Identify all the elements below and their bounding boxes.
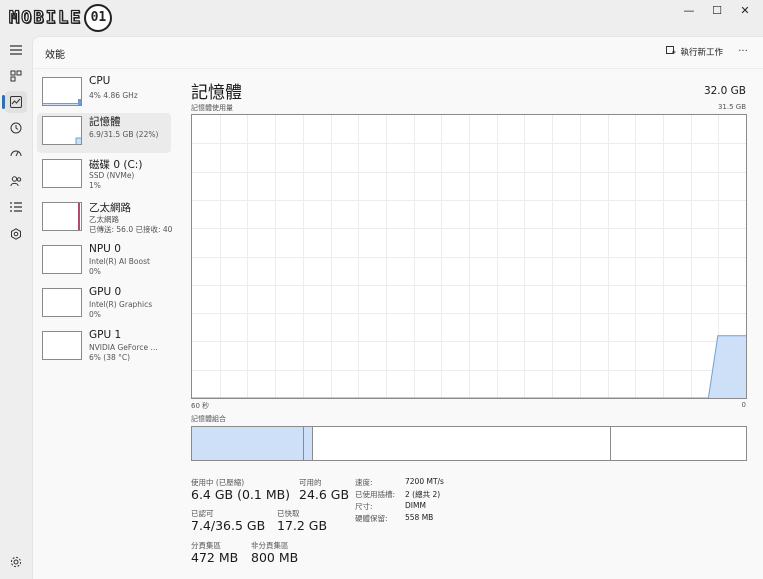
logo-text: MOBILE: [8, 7, 83, 28]
page-title: 效能: [45, 50, 65, 61]
gpu1-thumbnail: [42, 331, 82, 360]
memory-composition-bar: [191, 426, 747, 461]
speed-value: 7200 MT/s: [405, 477, 444, 486]
close-button[interactable]: ✕: [730, 0, 760, 20]
non-paged-pool-value: 800 MB: [251, 550, 299, 565]
device-stat: 6.9/31.5 GB (22%): [89, 130, 159, 139]
slots-used-label: 已使用插槽:: [355, 490, 396, 499]
in-use-value: 6.4 GB (0.1 MB): [191, 487, 291, 502]
time-axis-left: 60 秒: [191, 402, 210, 410]
device-stat: 1%: [89, 181, 101, 190]
device-stat: 6% (38 °C): [89, 353, 131, 362]
speed-label: 速度:: [355, 478, 373, 487]
cpu-thumbnail: [42, 77, 82, 106]
device-stat: 已傳送: 56.0 已接收: 40: [89, 225, 173, 234]
logo-badge: 01: [84, 3, 113, 32]
device-name: GPU 1: [89, 329, 122, 341]
device-gpu-0[interactable]: GPU 0 Intel(R) Graphics 0%: [37, 285, 171, 325]
memory-total: 32.0 GB: [703, 85, 746, 97]
more-options-button[interactable]: ···: [733, 41, 753, 61]
available-value: 24.6 GB: [299, 487, 350, 502]
device-stat: 0%: [89, 310, 101, 319]
slots-used-value: 2 (總共 2): [405, 490, 441, 499]
ethernet-thumbnail: [42, 202, 82, 231]
device-name: 記憶體: [89, 116, 121, 128]
time-axis-right: 0: [741, 401, 746, 409]
device-stat: SSD (NVMe): [89, 171, 135, 180]
content-area: 效能 執行新工作 ··· CPU 4% 4.86 GHz 記憶體 6.9/31.…: [32, 36, 763, 579]
title-bar: MOBILE 01 — ☐ ✕: [0, 0, 763, 36]
committed-value: 7.4/36.5 GB: [191, 518, 266, 533]
composition-modified: [304, 427, 314, 460]
device-name: NPU 0: [89, 243, 121, 255]
header-divider: [33, 68, 763, 69]
memory-thumbnail: [42, 116, 82, 145]
performance-icon[interactable]: [5, 91, 27, 113]
composition-standby: [313, 427, 611, 460]
device-stat: 0%: [89, 267, 101, 276]
hamburger-menu-icon[interactable]: [5, 39, 27, 61]
processes-icon[interactable]: [5, 65, 27, 87]
device-npu-0[interactable]: NPU 0 Intel(R) AI Boost 0%: [37, 242, 171, 282]
app-history-icon[interactable]: [5, 117, 27, 139]
nav-rail: [0, 36, 32, 579]
startup-apps-icon[interactable]: [5, 143, 27, 165]
form-factor-label: 尺寸:: [355, 502, 373, 511]
memory-composition-label: 記憶體組合: [191, 415, 226, 423]
memory-usage-graph: [191, 114, 747, 399]
hardware-reserved-label: 硬體保留:: [355, 514, 388, 523]
device-name: 乙太網路: [89, 202, 131, 214]
device-name: GPU 0: [89, 286, 122, 298]
memory-usage-label: 記憶體使用量: [191, 104, 233, 112]
services-icon[interactable]: [5, 223, 27, 245]
form-factor-value: DIMM: [405, 501, 426, 510]
hardware-reserved-value: 558 MB: [405, 513, 434, 522]
device-ethernet[interactable]: 乙太網路 乙太網路 已傳送: 56.0 已接收: 40: [37, 199, 173, 239]
users-icon[interactable]: [5, 170, 27, 192]
device-stat: Intel(R) AI Boost: [89, 257, 150, 266]
run-new-task-button[interactable]: 執行新工作: [666, 43, 723, 61]
device-cpu[interactable]: CPU 4% 4.86 GHz: [37, 74, 171, 114]
device-disk-0[interactable]: 磁碟 0 (C:) SSD (NVMe) 1%: [37, 156, 171, 196]
run-task-icon: [666, 45, 676, 59]
disk-thumbnail: [42, 159, 82, 188]
memory-usage-max: 31.5 GB: [717, 103, 746, 111]
device-name: CPU: [89, 75, 111, 87]
run-task-label: 執行新工作: [680, 48, 723, 58]
composition-in-use: [192, 427, 305, 460]
device-name: 磁碟 0 (C:): [89, 159, 143, 171]
graph-grid: [192, 115, 746, 398]
device-stat: 4% 4.86 GHz: [89, 91, 138, 100]
device-stat: NVIDIA GeForce ...: [89, 343, 158, 352]
npu-thumbnail: [42, 245, 82, 274]
composition-free: [610, 427, 746, 460]
details-icon[interactable]: [5, 196, 27, 218]
paged-pool-value: 472 MB: [191, 550, 239, 565]
cached-value: 17.2 GB: [277, 518, 328, 533]
maximize-button[interactable]: ☐: [702, 0, 732, 20]
device-stat: Intel(R) Graphics: [89, 300, 153, 309]
memory-title: 記憶體: [191, 83, 242, 103]
mobile01-logo: MOBILE 01: [8, 3, 113, 32]
memory-usage-svg: [192, 115, 746, 398]
device-gpu-1[interactable]: GPU 1 NVIDIA GeForce ... 6% (38 °C): [37, 328, 171, 368]
settings-gear-icon[interactable]: [5, 551, 27, 573]
device-memory[interactable]: 記憶體 6.9/31.5 GB (22%): [37, 113, 171, 153]
gpu0-thumbnail: [42, 288, 82, 317]
minimize-button[interactable]: —: [674, 0, 704, 20]
